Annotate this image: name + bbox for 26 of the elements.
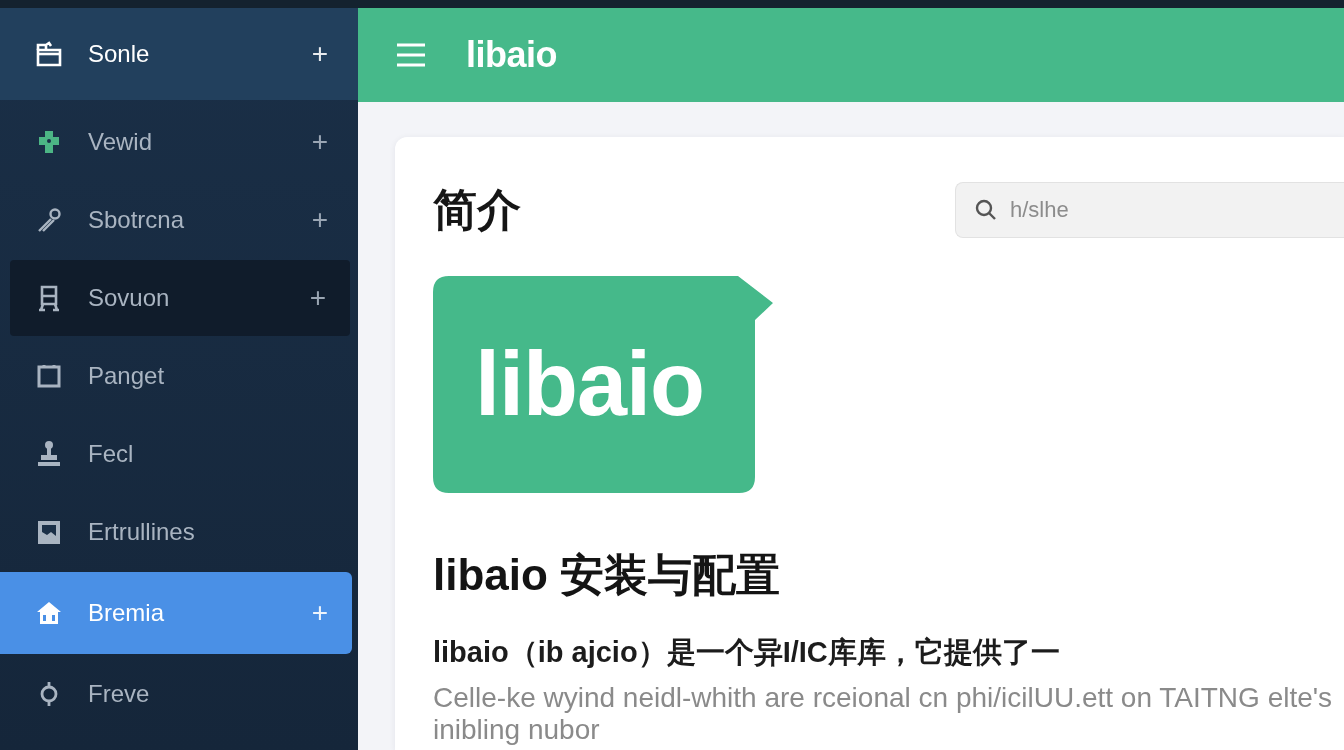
add-toggle[interactable]: + xyxy=(311,206,328,234)
house-icon xyxy=(35,599,63,627)
article-heading: libaio 安装与配置 xyxy=(433,549,782,601)
box-icon xyxy=(35,40,63,68)
add-toggle[interactable]: + xyxy=(309,284,326,312)
article-subheading: libaio（ib ajcio）是一个异I/IC库库，它提供了一 xyxy=(433,635,1061,670)
sidebar-item[interactable]: Vewid + xyxy=(0,104,352,180)
add-toggle[interactable]: + xyxy=(311,40,328,68)
sidebar-header-item[interactable]: Sonle + xyxy=(0,8,358,100)
stamp-icon xyxy=(35,440,63,468)
menu-icon[interactable] xyxy=(396,42,426,68)
search-icon xyxy=(975,199,997,221)
section-title: 简介 xyxy=(433,183,521,236)
sidebar-item[interactable]: Panget xyxy=(0,338,352,414)
logo-badge: libaio xyxy=(433,276,773,493)
sidebar-item[interactable]: Fecl xyxy=(0,416,352,492)
sidebar-item[interactable]: Freve xyxy=(0,656,352,732)
picture-icon xyxy=(35,518,63,546)
sidebar-item[interactable]: Sbotrcna + xyxy=(0,182,352,258)
sidebar-item[interactable]: Sovuon + xyxy=(10,260,350,336)
square-icon xyxy=(35,362,63,390)
header-title: libaio xyxy=(466,34,557,76)
article-paragraph: Celle-ke wyind neidl-whith are rceional cn phi/icilUU.ett on TAITNG elte's inibling nubor xyxy=(433,682,1334,746)
add-toggle[interactable]: + xyxy=(311,128,328,156)
sidebar-item[interactable]: Ertrullines xyxy=(0,494,352,570)
search-field[interactable]: h/slhe xyxy=(955,182,1344,238)
